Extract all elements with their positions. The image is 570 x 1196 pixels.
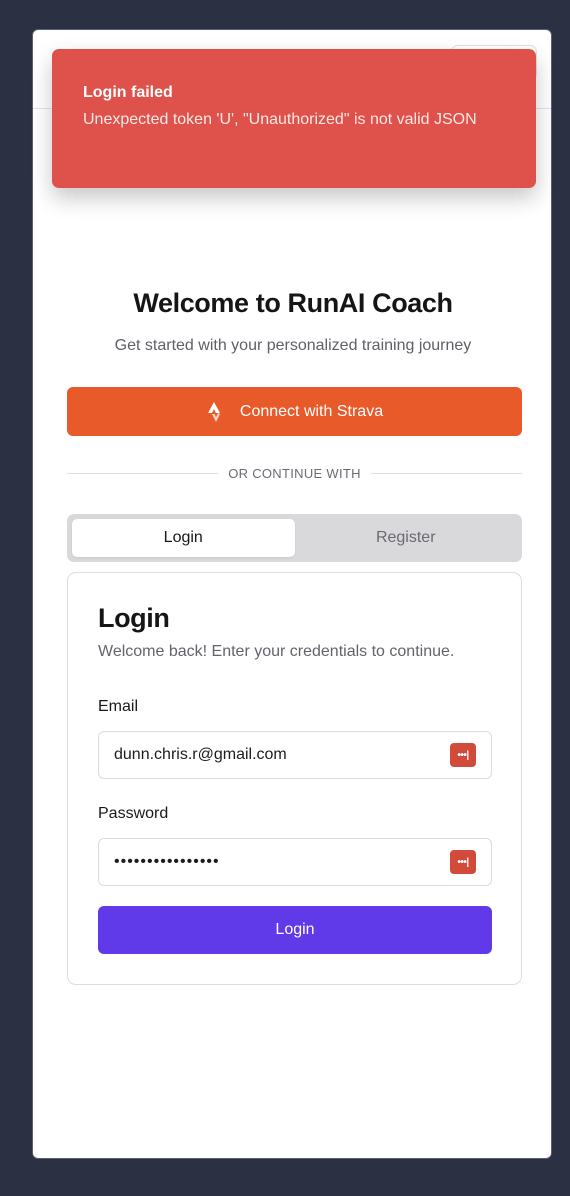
divider-line-left [67, 473, 219, 474]
login-card: Login Welcome back! Enter your credentia… [67, 572, 522, 985]
login-submit-button[interactable]: Login [98, 906, 492, 954]
email-value: dunn.chris.r@gmail.com [114, 746, 287, 763]
password-field[interactable]: •••••••••••••••• •••| [98, 838, 492, 886]
or-divider: OR CONTINUE WITH [67, 466, 522, 481]
welcome-subtitle: Get started with your personalized train… [114, 337, 472, 354]
tab-register[interactable]: Register [295, 519, 518, 557]
welcome-title: Welcome to RunAI Coach [133, 288, 453, 318]
login-card-description: Welcome back! Enter your credentials to … [98, 643, 455, 660]
auth-tabs: Login Register [67, 514, 522, 562]
divider-label: OR CONTINUE WITH [228, 466, 361, 481]
email-label: Email [98, 698, 139, 715]
email-field[interactable]: dunn.chris.r@gmail.com •••| [98, 731, 492, 779]
app-window: Welcome to RunAI Coach Get started with … [32, 29, 552, 1159]
password-manager-icon[interactable]: •••| [450, 743, 476, 767]
toast-message: Unexpected token 'U', "Unauthorized" is … [83, 111, 477, 128]
connect-strava-label: Connect with Strava [239, 402, 384, 420]
connect-strava-button[interactable]: Connect with Strava [67, 387, 522, 436]
error-toast: Login failed Unexpected token 'U', "Unau… [52, 49, 536, 188]
password-value: •••••••••••••••• [114, 853, 220, 870]
password-label: Password [98, 805, 169, 822]
password-manager-icon[interactable]: •••| [450, 850, 476, 874]
strava-icon [206, 401, 226, 422]
tab-login[interactable]: Login [72, 519, 295, 557]
divider-line-right [370, 473, 522, 474]
toast-title: Login failed [83, 84, 173, 101]
login-card-title: Login [98, 603, 170, 633]
